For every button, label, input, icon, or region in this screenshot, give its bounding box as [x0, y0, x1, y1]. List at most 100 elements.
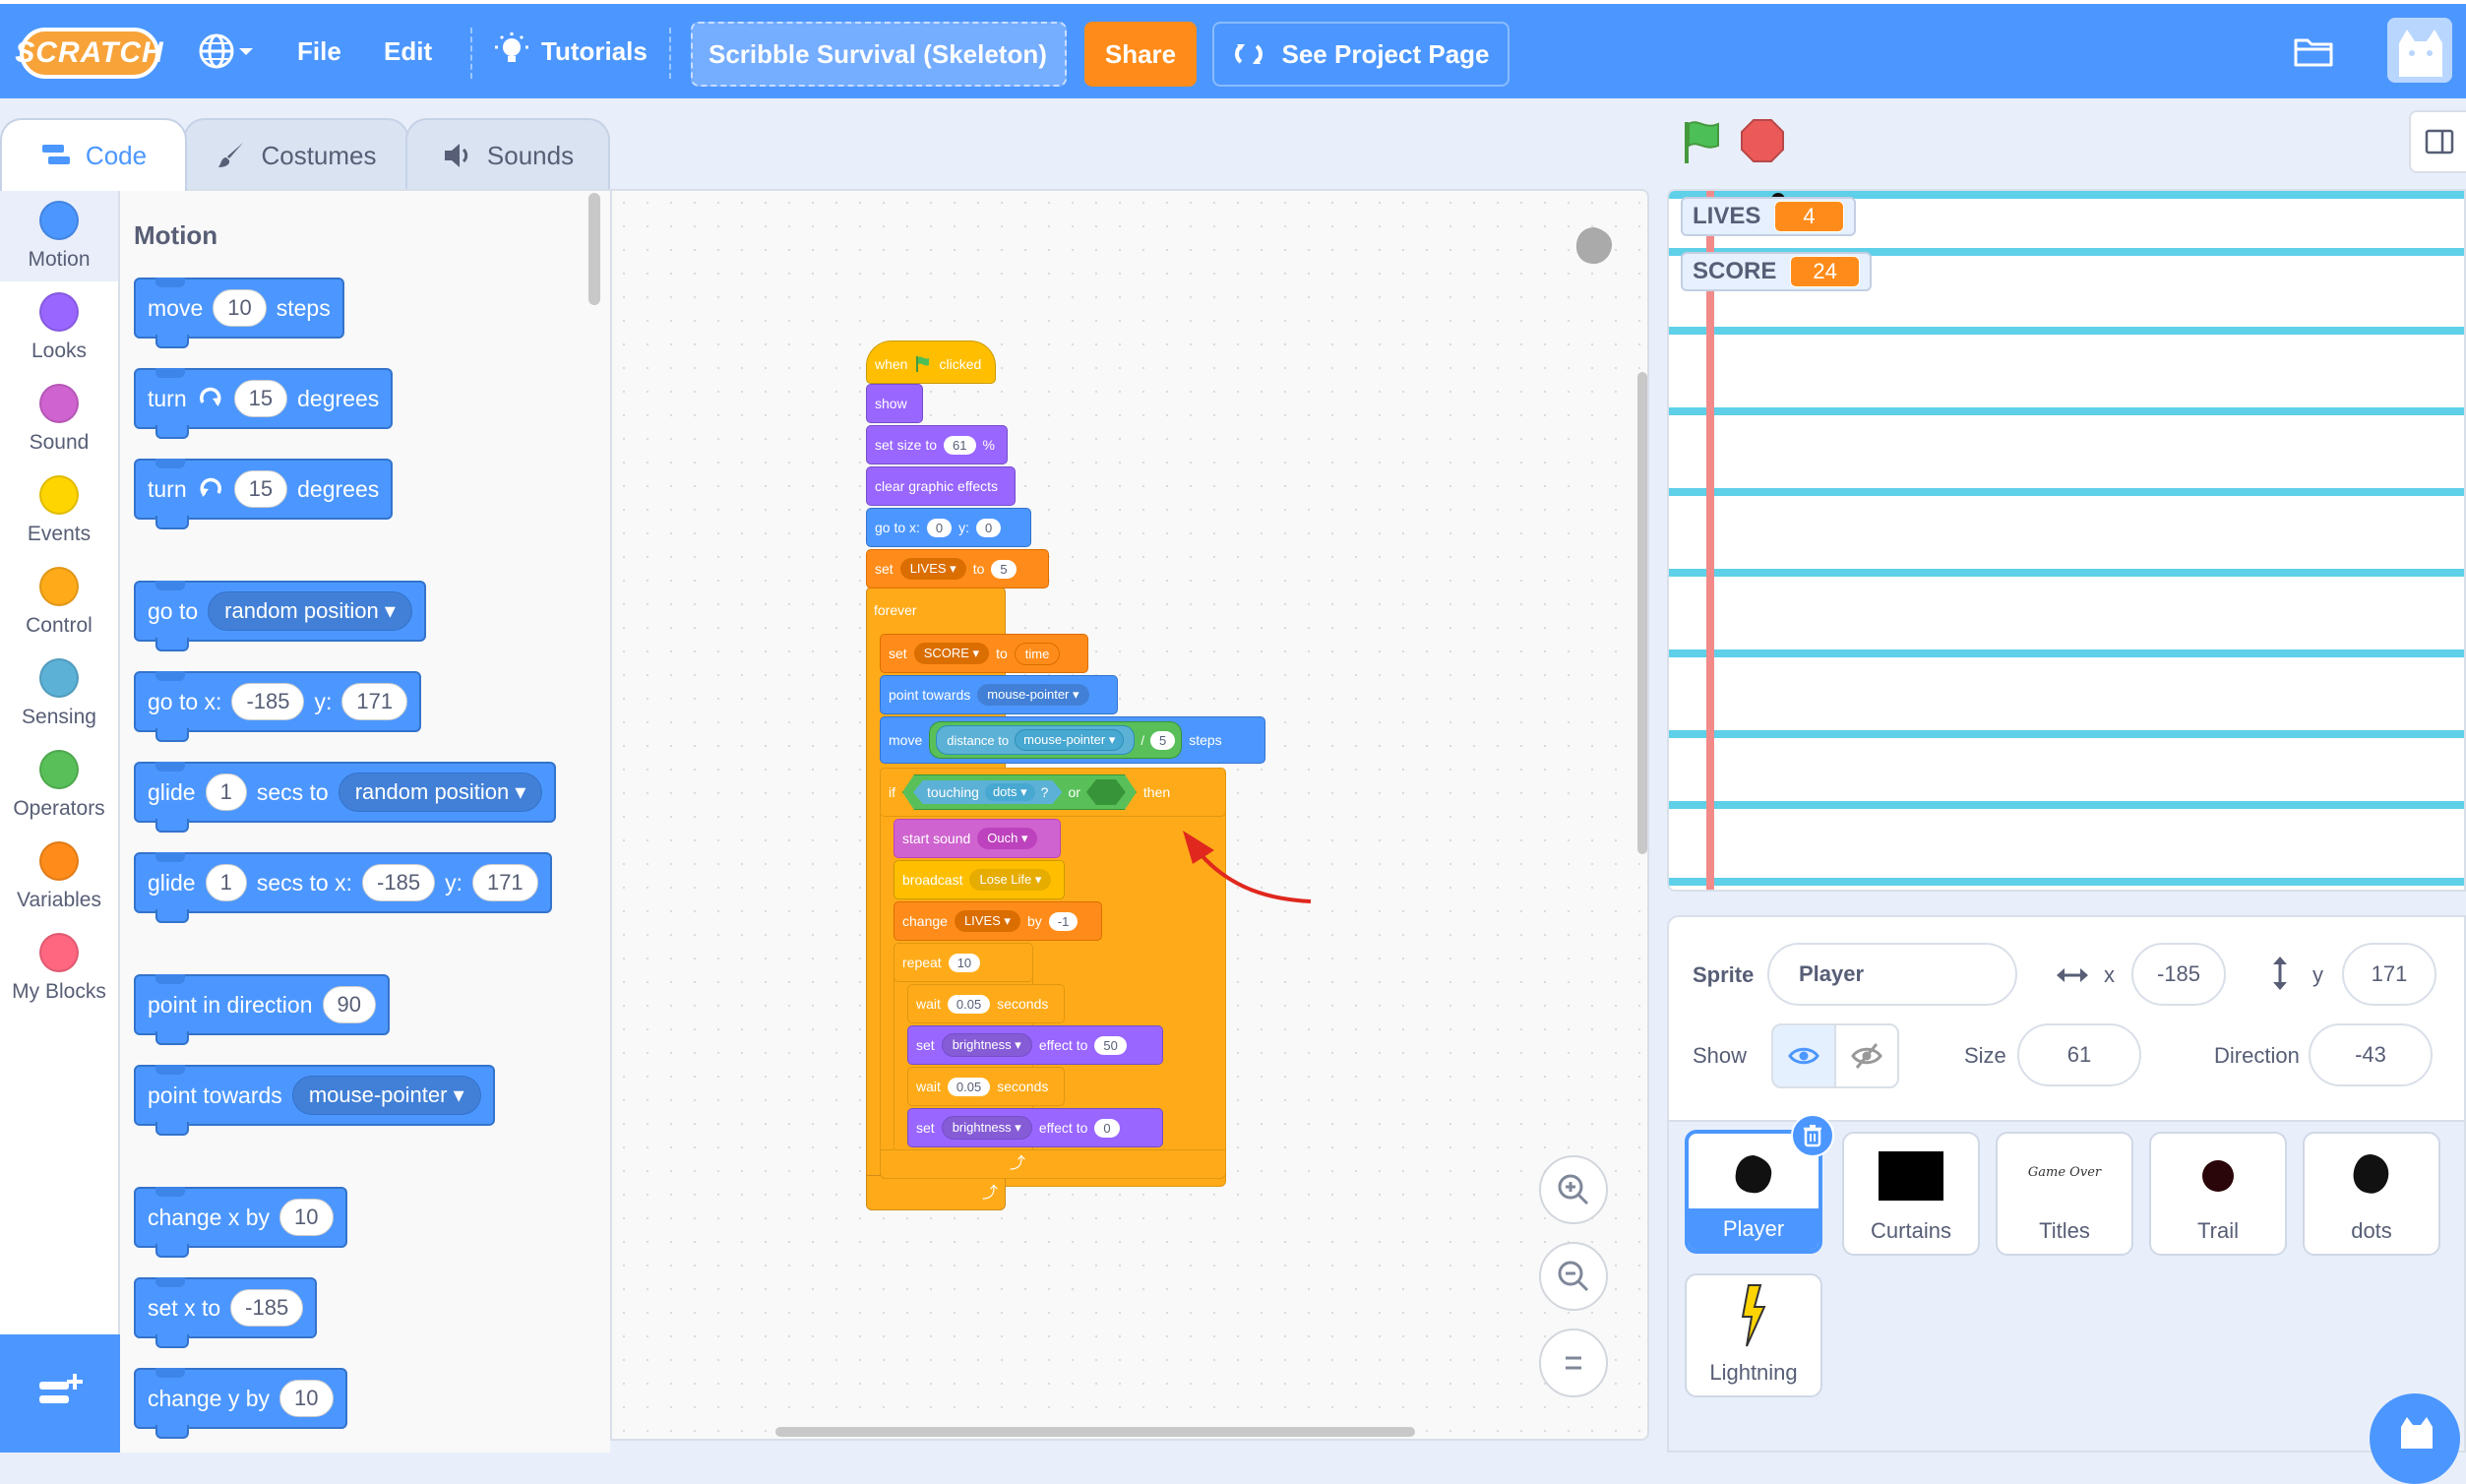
score-monitor[interactable]: SCORE 24 [1681, 252, 1872, 291]
block-dropdown[interactable]: brightness ▾ [941, 1116, 1032, 1140]
lives-monitor[interactable]: LIVES 4 [1681, 197, 1856, 236]
add-extension-button[interactable] [0, 1334, 120, 1453]
block-input[interactable]: 15 [233, 380, 288, 417]
block-input[interactable]: 50 [1094, 1035, 1127, 1055]
tab-code[interactable]: Code [0, 118, 187, 191]
palette-scrollbar[interactable] [588, 193, 600, 305]
block-move-steps[interactable]: move 10 steps [134, 278, 344, 348]
block-dropdown[interactable]: Ouch ▾ [977, 828, 1038, 849]
block-input[interactable]: 0.05 [947, 994, 991, 1014]
direction-input[interactable]: -43 [2309, 1023, 2433, 1086]
x-position-input[interactable]: -185 [2131, 943, 2226, 1006]
stage-canvas[interactable]: LIVES 4 SCORE 24 [1667, 189, 2466, 892]
green-flag-icon[interactable] [1679, 118, 1726, 165]
block-dropdown[interactable]: SCORE ▾ [913, 643, 990, 664]
block-dropdown[interactable]: Lose Life ▾ [969, 869, 1052, 891]
block-input[interactable]: 61 [944, 435, 976, 455]
workspace-vertical-scrollbar[interactable] [1637, 372, 1647, 854]
block-input[interactable]: 15 [233, 470, 288, 508]
tab-sounds[interactable]: Sounds [405, 118, 610, 191]
file-menu[interactable]: File [297, 4, 341, 98]
block-input[interactable]: 0 [976, 518, 1002, 537]
block-start-sound[interactable]: start sound Ouch ▾ [894, 819, 1061, 858]
block-wait[interactable]: wait 0.05 seconds [907, 984, 1065, 1023]
my-stuff-button[interactable] [2293, 4, 2334, 98]
distance-to-reporter[interactable]: distance to mouse-pointer ▾ [936, 725, 1136, 755]
zoom-in-button[interactable] [1539, 1155, 1608, 1224]
empty-boolean-slot[interactable] [1086, 779, 1126, 805]
choose-sprite-button[interactable] [2370, 1393, 2460, 1484]
workspace-horizontal-scrollbar[interactable] [775, 1427, 1415, 1437]
block-input[interactable]: 0 [926, 518, 953, 537]
block-set-score[interactable]: set SCORE ▾ to time [880, 634, 1088, 673]
stop-sign-icon[interactable] [1740, 118, 1785, 163]
block-clear-graphic-effects[interactable]: clear graphic effects [866, 466, 1016, 506]
block-input[interactable]: 10 [279, 1199, 334, 1236]
category-control[interactable]: Control [0, 557, 118, 648]
category-motion[interactable]: Motion [0, 191, 118, 281]
see-project-page-button[interactable]: See Project Page [1212, 22, 1510, 87]
block-show[interactable]: show [866, 384, 923, 423]
category-sensing[interactable]: Sensing [0, 649, 118, 739]
block-if-header[interactable]: if touching dots ▾ ? or then [880, 768, 1226, 817]
stage-layout-button[interactable] [2409, 110, 2466, 173]
block-go-to-xy[interactable]: go to x: 0 y: 0 [866, 508, 1031, 547]
sprite-tile-lightning[interactable]: Lightning [1685, 1273, 1822, 1397]
category-sound[interactable]: Sound [0, 374, 118, 464]
category-my-blocks[interactable]: My Blocks [0, 923, 118, 1014]
block-turn-left[interactable]: turn 15 degrees [134, 459, 394, 529]
block-change-lives[interactable]: change LIVES ▾ by -1 [894, 901, 1102, 941]
category-operators[interactable]: Operators [0, 740, 118, 831]
block-set-brightness-effect[interactable]: set brightness ▾ effect to 0 [907, 1108, 1163, 1147]
block-input[interactable]: -185 [230, 1289, 304, 1327]
block-when-flag-clicked[interactable]: when clicked [866, 340, 996, 384]
edit-menu[interactable]: Edit [384, 4, 432, 98]
block-set-size[interactable]: set size to 61 % [866, 425, 1008, 464]
delete-sprite-button[interactable] [1791, 1114, 1834, 1157]
block-reporter[interactable]: time [1014, 642, 1061, 665]
block-input[interactable]: 171 [471, 864, 538, 901]
block-input[interactable]: 1 [205, 773, 247, 811]
block-point-towards[interactable]: point towards mouse-pointer ▾ [880, 675, 1118, 714]
block-point-in-direction[interactable]: point in direction 90 [134, 974, 390, 1045]
divide-operator-reporter[interactable]: distance to mouse-pointer ▾ / 5 [929, 721, 1183, 759]
tab-costumes[interactable]: Costumes [183, 118, 409, 191]
block-go-to-xy[interactable]: go to x: -185 y: 171 [134, 671, 422, 742]
block-dropdown[interactable]: random position ▾ [338, 773, 543, 812]
block-go-to[interactable]: go to random position ▾ [134, 581, 426, 651]
scratch-logo[interactable]: SCRATCH [15, 28, 163, 79]
block-input[interactable]: 5 [1149, 730, 1176, 750]
tutorials-button[interactable]: Tutorials [494, 4, 647, 98]
block-input[interactable]: 90 [322, 986, 376, 1023]
block-set-brightness-effect[interactable]: set brightness ▾ effect to 50 [907, 1025, 1163, 1065]
zoom-out-button[interactable] [1539, 1242, 1608, 1311]
block-input[interactable]: -185 [231, 683, 305, 720]
block-wait[interactable]: wait 0.05 seconds [907, 1067, 1065, 1106]
share-button[interactable]: Share [1084, 22, 1197, 87]
block-input[interactable]: -185 [362, 864, 436, 901]
sprite-tile-trail[interactable]: Trail [2149, 1132, 2287, 1256]
block-glide-xy[interactable]: glide 1 secs to x: -185 y: 171 [134, 852, 552, 923]
block-input[interactable]: 10 [948, 953, 981, 972]
account-avatar[interactable] [2387, 18, 2452, 83]
block-input[interactable]: 10 [213, 289, 267, 327]
block-input[interactable]: 1 [205, 864, 247, 901]
block-dropdown[interactable]: LIVES ▾ [899, 558, 966, 580]
touching-sensor[interactable]: touching dots ▾ ? [913, 780, 1062, 804]
size-input[interactable]: 61 [2017, 1023, 2141, 1086]
block-dropdown[interactable]: dots ▾ [985, 783, 1035, 801]
block-set-lives[interactable]: set LIVES ▾ to 5 [866, 549, 1049, 588]
block-set-x[interactable]: set x to -185 [134, 1277, 318, 1348]
block-glide[interactable]: glide 1 secs to random position ▾ [134, 762, 557, 833]
block-input[interactable]: 0 [1094, 1118, 1120, 1138]
category-events[interactable]: Events [0, 465, 118, 556]
y-position-input[interactable]: 171 [2342, 943, 2436, 1006]
project-title-input[interactable]: Scribble Survival (Skeleton) [691, 22, 1067, 87]
block-input[interactable]: 171 [341, 683, 408, 720]
block-dropdown[interactable]: mouse-pointer ▾ [977, 684, 1089, 706]
block-turn-right[interactable]: turn 15 degrees [134, 368, 394, 439]
sprite-name-input[interactable]: Player [1767, 943, 2017, 1006]
block-dropdown[interactable]: brightness ▾ [941, 1033, 1032, 1057]
hide-sprite-button[interactable] [1834, 1023, 1899, 1088]
block-broadcast[interactable]: broadcast Lose Life ▾ [894, 860, 1065, 899]
